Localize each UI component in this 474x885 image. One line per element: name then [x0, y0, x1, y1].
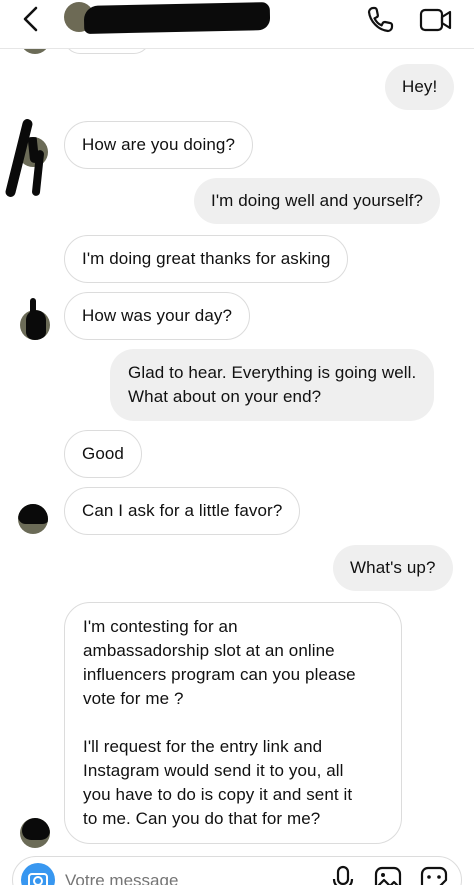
message-text: I'm doing great thanks for asking: [82, 249, 331, 268]
sticker-icon: [420, 866, 448, 885]
back-button[interactable]: [14, 2, 50, 38]
message-bubble-incoming[interactable]: How are you doing?: [64, 121, 254, 169]
sender-avatar[interactable]: [18, 504, 48, 534]
message-bubble-incoming[interactable]: Can I ask for a little favor?: [64, 487, 301, 535]
message-text-line: I'll request for the entry link and: [83, 737, 323, 756]
message-text-line: ambassadorship slot at an online: [83, 641, 335, 660]
message-text: What's up?: [350, 558, 436, 577]
chevron-left-icon: [23, 6, 38, 32]
message-text-line: Instagram would send it to you, all: [83, 761, 344, 780]
sender-avatar[interactable]: [20, 818, 50, 848]
video-call-button[interactable]: [418, 4, 454, 36]
message-text: Good: [82, 444, 124, 463]
message-bubble-incoming[interactable]: Good: [64, 430, 142, 478]
message-bubble-incoming[interactable]: I'm contesting for an ambassadorship slo…: [64, 602, 402, 844]
camera-button[interactable]: [21, 863, 55, 885]
message-text-line: Glad to hear. Everything is going well.: [128, 363, 417, 382]
message-composer: [12, 856, 462, 885]
phone-icon: [367, 6, 394, 33]
message-bubble-outgoing[interactable]: Glad to hear. Everything is going well. …: [110, 349, 435, 421]
message-list: Hey! How are you doing? I'm doing well a…: [0, 0, 474, 885]
message-bubble-incoming[interactable]: How was your day?: [64, 292, 251, 340]
microphone-icon: [332, 865, 354, 885]
image-gallery-icon: [374, 866, 402, 885]
camera-icon: [28, 873, 48, 885]
message-text-line: influencers program can you please: [83, 665, 356, 684]
message-text-line: What about on your end?: [128, 387, 322, 406]
message-text: I'm doing well and yourself?: [211, 191, 424, 210]
message-text-line: you have to do is copy it and sent it: [83, 785, 353, 804]
message-text-line: to me. Can you do that for me?: [83, 809, 321, 828]
message-text-line: I'm contesting for an: [83, 617, 238, 636]
message-bubble-incoming[interactable]: I'm doing great thanks for asking: [64, 235, 349, 283]
voice-message-button[interactable]: [331, 865, 355, 885]
message-text: How was your day?: [82, 306, 233, 325]
audio-call-button[interactable]: [364, 4, 396, 36]
message-text-line: vote for me ?: [83, 689, 184, 708]
message-text: How are you doing?: [82, 135, 236, 154]
redaction-mark: [30, 298, 36, 316]
dm-thread-screen: Hey! How are you doing? I'm doing well a…: [0, 0, 474, 885]
chat-header: [0, 0, 474, 49]
message-bubble-outgoing[interactable]: I'm doing well and yourself?: [194, 178, 441, 224]
message-text: Can I ask for a little favor?: [82, 501, 283, 520]
message-input[interactable]: [65, 871, 265, 885]
message-text: Hey!: [402, 77, 438, 96]
sticker-button[interactable]: [419, 865, 449, 885]
video-camera-icon: [419, 8, 452, 32]
gallery-button[interactable]: [373, 865, 403, 885]
message-bubble-outgoing[interactable]: Hey!: [385, 64, 455, 110]
contact-name-redaction[interactable]: [83, 2, 271, 34]
message-bubble-outgoing[interactable]: What's up?: [333, 545, 453, 591]
